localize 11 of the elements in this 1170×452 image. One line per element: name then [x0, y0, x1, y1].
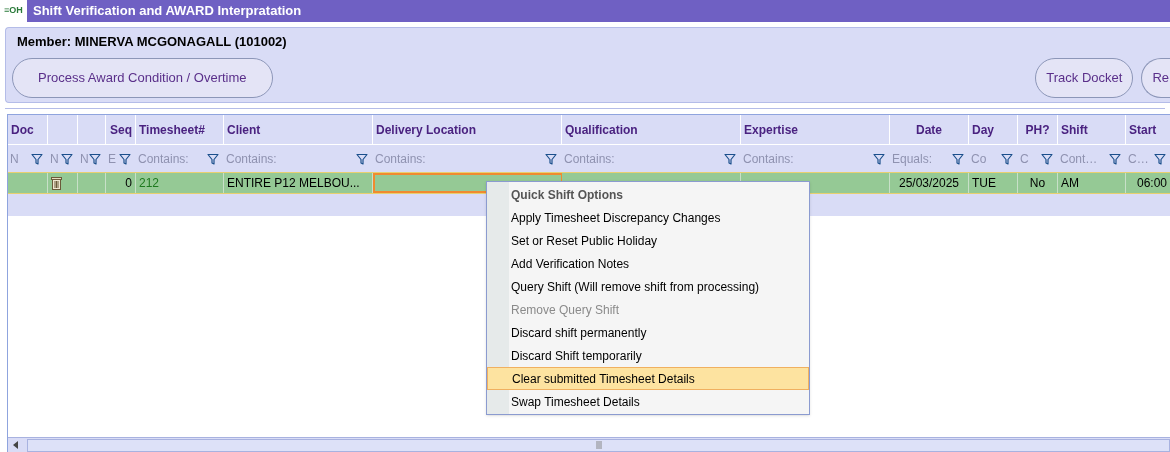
table-cell-text: No [1029, 175, 1046, 192]
table-cell-text: 06:00 [1136, 175, 1167, 192]
table-cell-text: AM [1061, 175, 1079, 192]
member-label: Member: MINERVA MCGONAGALL (101002) [17, 33, 287, 51]
table-cell-text: 25/03/2025 [898, 175, 960, 192]
app-logo: ≡OH [0, 0, 27, 22]
menu-title: Quick Shift Options [511, 186, 623, 204]
window-title: Shift Verification and AWARD Interpratation [33, 2, 302, 21]
table-cell-text: ENTIRE P12 MELBOU... [227, 175, 360, 192]
table-cell-text: TUE [972, 175, 996, 192]
table-cell-text: 0 [125, 175, 132, 192]
